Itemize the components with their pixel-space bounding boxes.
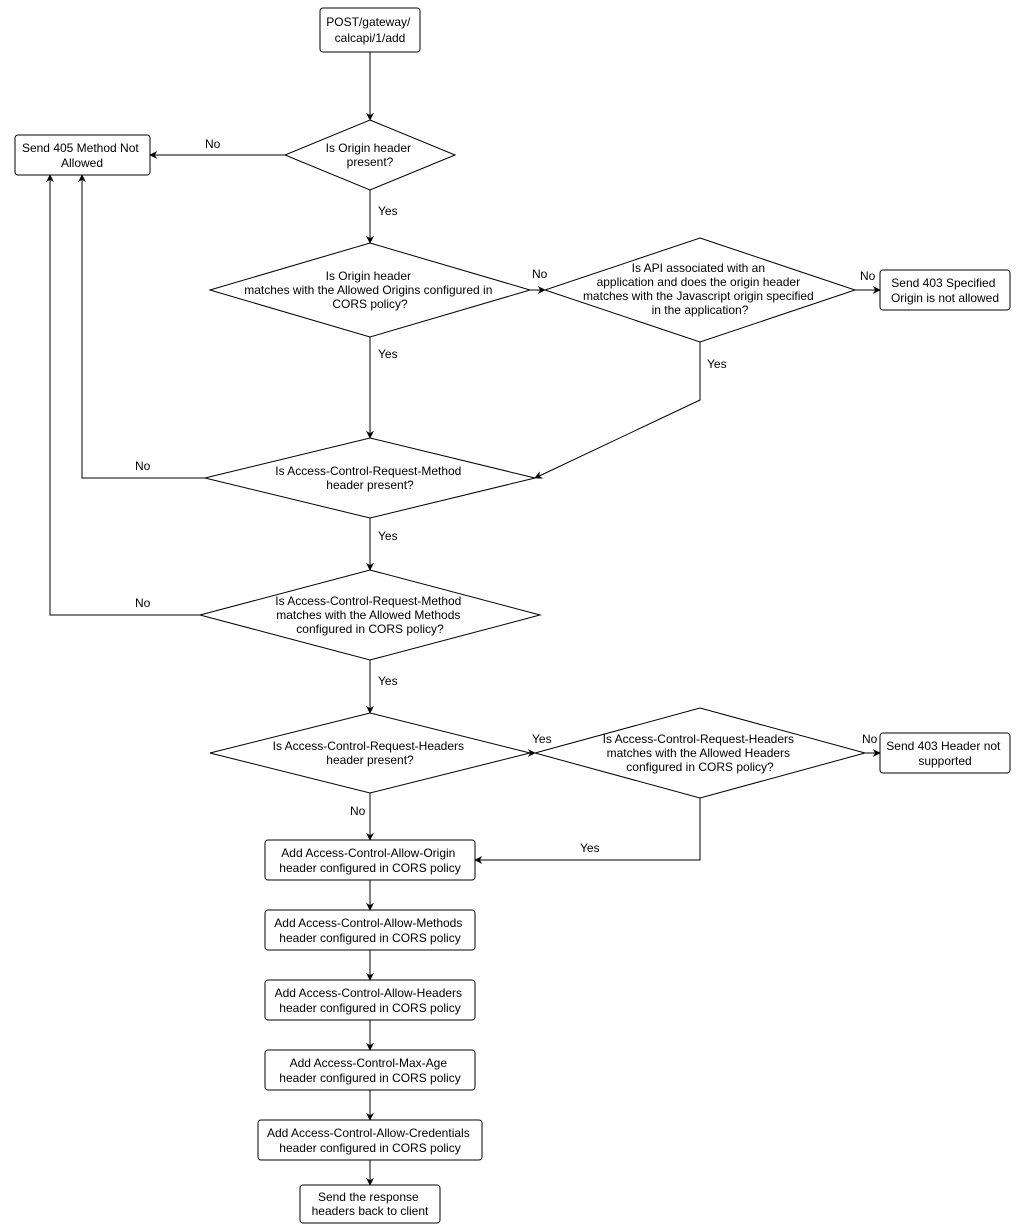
- node-start: POST/gateway/ calcapi/1/add: [320, 8, 420, 52]
- edge-label-no: No: [350, 804, 366, 818]
- node-send403hdr: Send 403 Header not supported: [880, 733, 1010, 773]
- svg-text:Add Access-Control-Allow-Crede: Add Access-Control-Allow-Credentials hea…: [267, 1126, 473, 1155]
- node-d7: Is Access-Control-Request-Headers matche…: [535, 708, 865, 798]
- node-p2: Add Access-Control-Allow-Methods header …: [265, 910, 475, 950]
- svg-text:Add Access-Control-Allow-Heade: Add Access-Control-Allow-Headers header …: [275, 986, 466, 1015]
- node-p3: Add Access-Control-Allow-Headers header …: [265, 980, 475, 1020]
- edge-label-yes: Yes: [378, 347, 398, 361]
- node-p1: Add Access-Control-Allow-Origin header c…: [265, 840, 475, 880]
- node-send403origin: Send 403 Specified Origin is not allowed: [880, 270, 1010, 310]
- node-d2: Is Origin header matches with the Allowe…: [210, 243, 530, 337]
- flowchart: POST/gateway/ calcapi/1/add Is Origin he…: [0, 0, 1021, 1225]
- node-d1: Is Origin header present?: [285, 120, 455, 190]
- node-send405: Send 405 Method Not Allowed: [15, 135, 150, 175]
- edge-label-no: No: [862, 732, 878, 746]
- edge-label-yes: Yes: [707, 357, 727, 371]
- edge-label-yes: Yes: [378, 529, 398, 543]
- node-d6: Is Access-Control-Request-Headers header…: [210, 713, 530, 793]
- svg-text:Is Access-Control-Request-Meth: Is Access-Control-Request-Method matches…: [275, 594, 464, 636]
- edge-label-yes: Yes: [580, 841, 600, 855]
- svg-text:Send 403 Specified Origi: Send 403 Specified Origin is not allowed: [891, 276, 999, 305]
- edge-label-no: No: [860, 269, 876, 283]
- edge-label-no: No: [135, 596, 151, 610]
- edge-label-yes: Yes: [378, 674, 398, 688]
- svg-text:Add Access-Control-Allow-Origi: Add Access-Control-Allow-Origin header c…: [279, 846, 460, 875]
- edge-label-no: No: [532, 267, 548, 281]
- node-p5: Add Access-Control-Allow-Credentials hea…: [258, 1120, 482, 1160]
- node-d3: Is API associated with an application an…: [545, 238, 855, 342]
- edge-label-yes: Yes: [378, 204, 398, 218]
- node-end: Send the response headers back to client: [300, 1185, 440, 1223]
- node-d4: Is Access-Control-Request-Method header …: [205, 438, 535, 518]
- edge-label-yes: Yes: [532, 732, 552, 746]
- svg-text:Is Access-Control-Request-Head: Is Access-Control-Request-Headers matche…: [603, 732, 798, 774]
- node-d5: Is Access-Control-Request-Method matches…: [200, 570, 540, 660]
- svg-text:Add Access-Control-Allow-Metho: Add Access-Control-Allow-Methods header …: [274, 916, 465, 945]
- node-p4: Add Access-Control-Max-Age header config…: [265, 1050, 475, 1090]
- edge-label-no: No: [205, 137, 221, 151]
- svg-text:Send the response header: Send the response headers back to client: [312, 1190, 429, 1218]
- svg-text:Add Access-Control-Max-Age: Add Access-Control-Max-Age header config…: [279, 1056, 460, 1085]
- edge-label-no: No: [135, 459, 151, 473]
